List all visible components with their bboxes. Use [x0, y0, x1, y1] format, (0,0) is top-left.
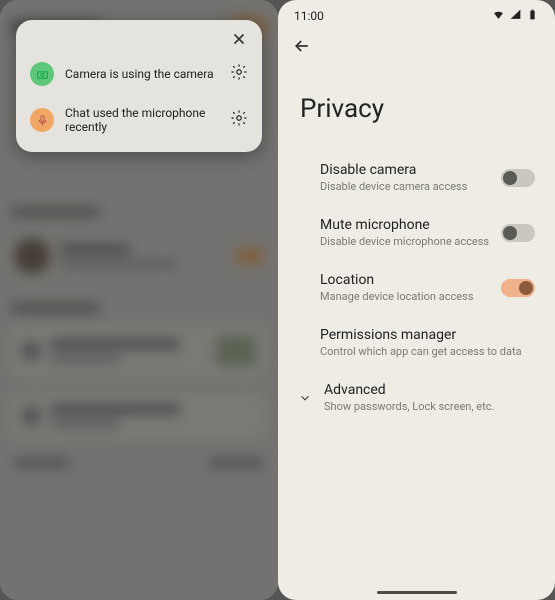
- popup-row-camera[interactable]: Camera is using the camera: [30, 52, 248, 96]
- setting-advanced[interactable]: Advanced Show passwords, Lock screen, et…: [298, 372, 535, 427]
- setting-label: Mute microphone: [320, 217, 501, 233]
- setting-mute-microphone[interactable]: Mute microphone Disable device microphon…: [298, 207, 535, 262]
- setting-sub: Disable device microphone access: [320, 235, 501, 248]
- toggle-location[interactable]: [501, 279, 535, 297]
- nav-handle[interactable]: [377, 591, 457, 594]
- setting-sub: Disable device camera access: [320, 180, 501, 193]
- setting-sub: Manage device location access: [320, 290, 501, 303]
- battery-icon: [526, 8, 539, 24]
- signal-icon: [509, 8, 522, 24]
- setting-label: Disable camera: [320, 162, 501, 178]
- status-bar: 11:00: [278, 0, 555, 28]
- setting-label: Advanced: [324, 382, 535, 398]
- toggle-mute-microphone[interactable]: [501, 224, 535, 242]
- wifi-icon: [492, 8, 505, 24]
- camera-icon: [30, 62, 54, 86]
- setting-permissions-manager[interactable]: Permissions manager Control which app ca…: [298, 317, 535, 372]
- setting-sub: Control which app can get access to data: [320, 345, 535, 358]
- privacy-settings-screen: 11:00 Privacy Disable camera Disable dev…: [278, 0, 555, 600]
- popup-row-microphone[interactable]: Chat used the microphone recently: [30, 96, 248, 144]
- close-icon[interactable]: [230, 30, 248, 52]
- gear-icon[interactable]: [230, 109, 248, 131]
- popup-camera-text: Camera is using the camera: [65, 67, 219, 81]
- back-icon[interactable]: [292, 41, 312, 60]
- chevron-down-icon: [298, 391, 316, 405]
- privacy-indicator-popup: Camera is using the camera Chat used the…: [16, 20, 262, 152]
- gear-icon[interactable]: [230, 63, 248, 85]
- page-title: Privacy: [278, 60, 555, 152]
- setting-location[interactable]: Location Manage device location access: [298, 262, 535, 317]
- microphone-icon: [30, 108, 54, 132]
- status-time: 11:00: [294, 9, 324, 23]
- setting-sub: Show passwords, Lock screen, etc.: [324, 400, 535, 413]
- popup-mic-text: Chat used the microphone recently: [65, 106, 219, 134]
- setting-label: Permissions manager: [320, 327, 535, 343]
- notification-screen: Camera is using the camera Chat used the…: [0, 0, 278, 600]
- toggle-disable-camera[interactable]: [501, 169, 535, 187]
- setting-disable-camera[interactable]: Disable camera Disable device camera acc…: [298, 152, 535, 207]
- setting-label: Location: [320, 272, 501, 288]
